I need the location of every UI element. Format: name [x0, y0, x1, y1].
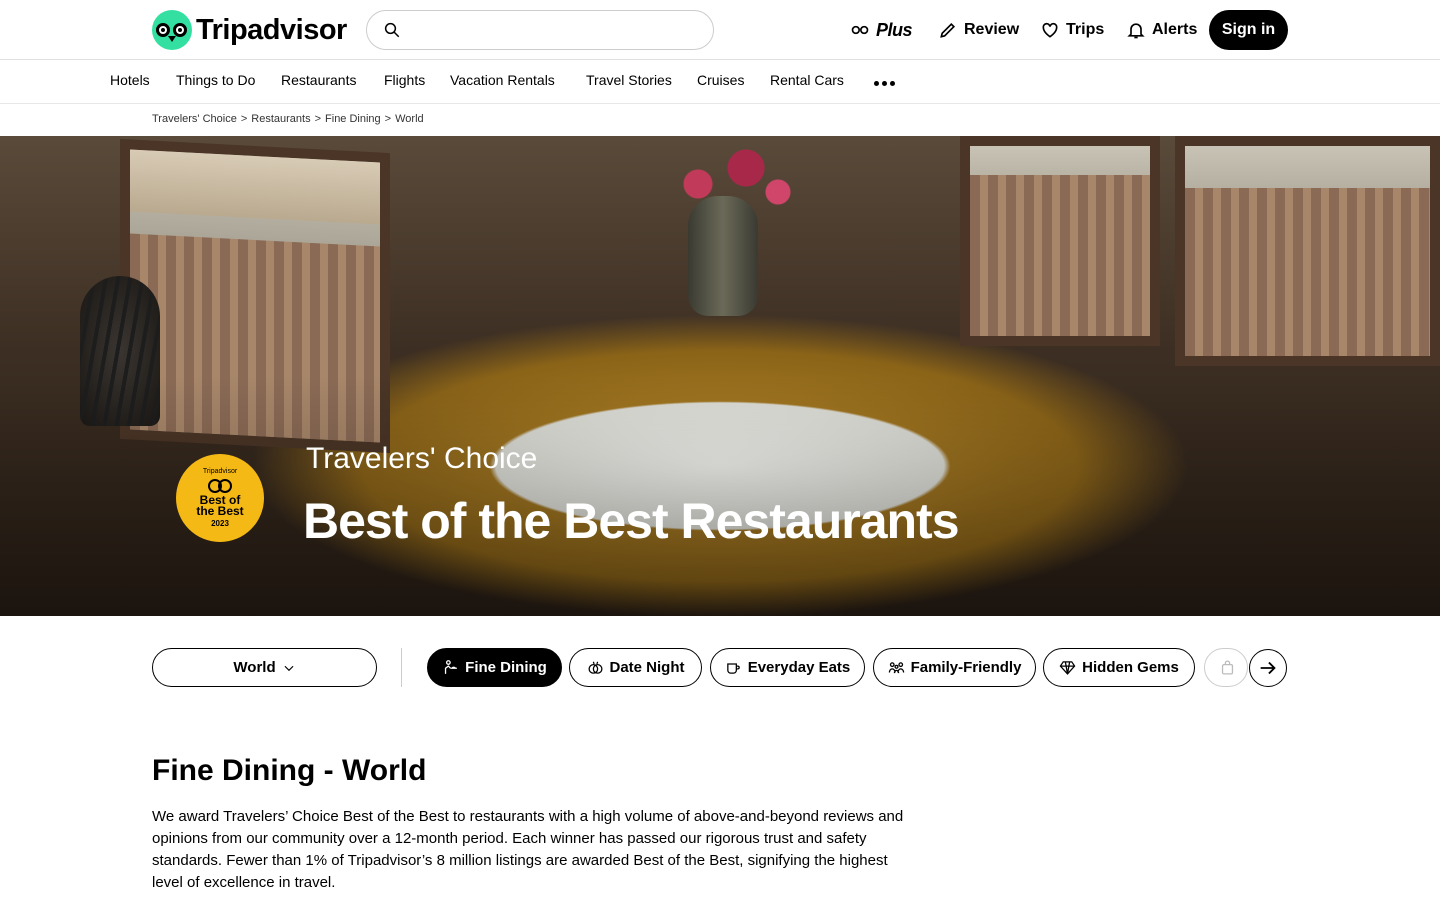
trips-label: Trips [1066, 21, 1105, 38]
plus-label: Plus [876, 19, 913, 40]
owl-eyes-icon [851, 25, 869, 35]
family-icon [888, 662, 904, 674]
chip-family-friendly[interactable]: Family-Friendly [873, 648, 1036, 687]
hero-kicker: Travelers' Choice [306, 442, 538, 475]
owl-logo-icon [152, 10, 192, 50]
gem-icon [1059, 661, 1076, 675]
section-title: Fine Dining - World [152, 754, 427, 787]
geo-select[interactable]: World [152, 648, 377, 687]
badge-brand: Tripadvisor [202, 468, 238, 475]
chip-date-night[interactable]: Date Night [569, 648, 702, 687]
chip-label: Hidden Gems [1082, 659, 1179, 676]
badge-year: 2023 [211, 519, 229, 528]
breadcrumb: Travelers' Choice > Restaurants > Fine D… [152, 113, 424, 125]
top-header: Tripadvisor Plus Review Trips Alerts Sig… [0, 0, 1440, 60]
section-description: We award Travelers’ Choice Best of the B… [152, 808, 904, 891]
tripadvisor-logo[interactable]: Tripadvisor [152, 10, 347, 50]
trips-button[interactable]: Trips [1036, 14, 1108, 46]
chip-fine-dining[interactable]: Fine Dining [427, 648, 562, 687]
search-input[interactable] [411, 12, 713, 48]
breadcrumb-restaurants[interactable]: Restaurants [251, 113, 310, 125]
breadcrumb-world: World [395, 113, 424, 125]
bell-icon [1127, 23, 1145, 39]
chip-label: Date Night [609, 659, 685, 676]
tripadvisor-plus-button[interactable]: Plus [846, 14, 916, 46]
nav-travel-stories[interactable]: Travel Stories [586, 72, 672, 88]
nav-rental-cars[interactable]: Rental Cars [770, 72, 844, 88]
chevron-down-icon [284, 665, 294, 671]
nav-cruises[interactable]: Cruises [697, 72, 744, 88]
alerts-label: Alerts [1152, 21, 1198, 38]
logo-text: Tripadvisor [196, 13, 347, 46]
bag-icon [1221, 660, 1234, 675]
breadcrumb-separator: > [314, 113, 322, 125]
hero-title: Best of the Best Restaurants [303, 493, 959, 549]
breadcrumb-separator: > [384, 113, 392, 125]
alerts-button[interactable]: Alerts [1122, 14, 1201, 46]
nav-things-to-do[interactable]: Things to Do [176, 72, 255, 88]
breadcrumb-fine-dining[interactable]: Fine Dining [325, 113, 381, 125]
chip-more-partial[interactable] [1204, 648, 1248, 687]
sign-in-button[interactable]: Sign in [1209, 10, 1288, 50]
best-of-the-best-badge: Tripadvisor Best of the Best 2023 [176, 454, 264, 542]
breadcrumb-separator: > [240, 113, 248, 125]
chip-everyday-eats[interactable]: Everyday Eats [710, 648, 865, 687]
chip-hidden-gems[interactable]: Hidden Gems [1043, 648, 1195, 687]
arrow-right-icon [1260, 661, 1276, 675]
breadcrumb-travelers-choice[interactable]: Travelers' Choice [152, 113, 237, 125]
more-nav-icon[interactable] [870, 73, 898, 93]
pencil-icon [940, 22, 956, 38]
nav-restaurants[interactable]: Restaurants [281, 72, 356, 88]
chip-label: Everyday Eats [747, 659, 851, 676]
nav-flights[interactable]: Flights [384, 72, 425, 88]
chips-next-button[interactable] [1249, 649, 1287, 687]
nav-vacation-rentals[interactable]: Vacation Rentals [450, 72, 555, 88]
badge-line-2: the Best [196, 504, 244, 518]
search-bar[interactable] [366, 10, 714, 50]
chip-label: Family-Friendly [910, 659, 1022, 676]
main-nav: Hotels Things to Do Restaurants Flights … [0, 61, 1440, 104]
waiter-icon [445, 660, 458, 674]
badge-owl-icon [207, 477, 233, 493]
coffee-cup-icon [726, 663, 740, 674]
hero-banner: Tripadvisor Best of the Best 2023 Travel… [0, 136, 1440, 616]
chip-label: Fine Dining [465, 659, 547, 676]
nav-hotels[interactable]: Hotels [110, 72, 150, 88]
filter-divider [401, 648, 402, 687]
review-label: Review [964, 21, 1020, 38]
geo-select-value: World [233, 659, 276, 676]
heart-icon [1042, 22, 1058, 38]
review-button[interactable]: Review [934, 14, 1023, 46]
search-icon[interactable] [383, 21, 401, 39]
rings-icon [587, 661, 603, 674]
